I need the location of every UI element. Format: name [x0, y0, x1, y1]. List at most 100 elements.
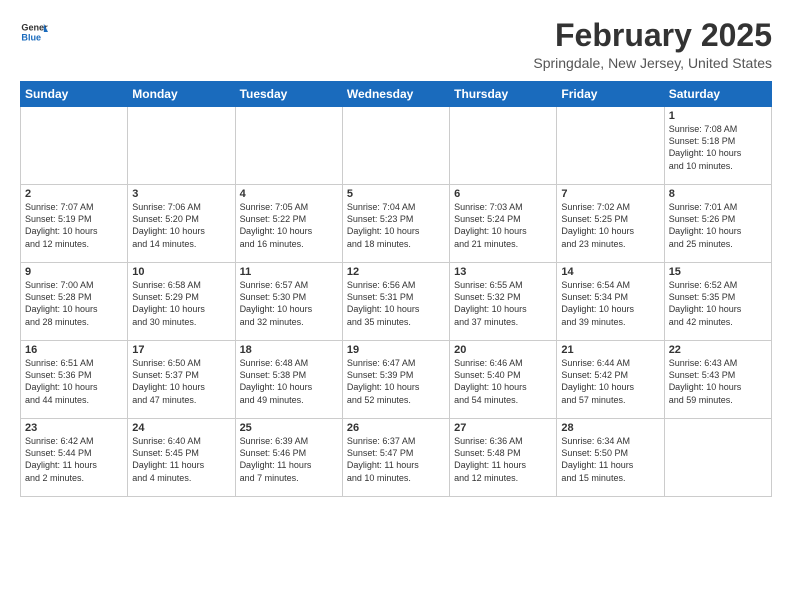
- day-number: 23: [25, 422, 123, 434]
- cell-info: Sunrise: 7:01 AM Sunset: 5:26 PM Dayligh…: [669, 201, 767, 250]
- day-number: 9: [25, 266, 123, 278]
- cell-info: Sunrise: 6:37 AM Sunset: 5:47 PM Dayligh…: [347, 435, 445, 484]
- week-row-0: 1Sunrise: 7:08 AM Sunset: 5:18 PM Daylig…: [21, 107, 772, 185]
- cell-w3-d4: 20Sunrise: 6:46 AM Sunset: 5:40 PM Dayli…: [450, 341, 557, 419]
- cell-info: Sunrise: 6:58 AM Sunset: 5:29 PM Dayligh…: [132, 279, 230, 328]
- cell-info: Sunrise: 6:47 AM Sunset: 5:39 PM Dayligh…: [347, 357, 445, 406]
- day-number: 21: [561, 344, 659, 356]
- day-number: 6: [454, 188, 552, 200]
- cell-info: Sunrise: 7:05 AM Sunset: 5:22 PM Dayligh…: [240, 201, 338, 250]
- location-title: Springdale, New Jersey, United States: [533, 55, 772, 71]
- day-number: 17: [132, 344, 230, 356]
- cell-w0-d2: [235, 107, 342, 185]
- cell-w1-d3: 5Sunrise: 7:04 AM Sunset: 5:23 PM Daylig…: [342, 185, 449, 263]
- day-number: 2: [25, 188, 123, 200]
- header-area: General Blue February 2025 Springdale, N…: [20, 18, 772, 71]
- month-title: February 2025: [533, 18, 772, 53]
- day-number: 12: [347, 266, 445, 278]
- cell-w0-d1: [128, 107, 235, 185]
- cell-w0-d6: 1Sunrise: 7:08 AM Sunset: 5:18 PM Daylig…: [664, 107, 771, 185]
- cell-info: Sunrise: 7:00 AM Sunset: 5:28 PM Dayligh…: [25, 279, 123, 328]
- cell-info: Sunrise: 7:04 AM Sunset: 5:23 PM Dayligh…: [347, 201, 445, 250]
- week-row-1: 2Sunrise: 7:07 AM Sunset: 5:19 PM Daylig…: [21, 185, 772, 263]
- cell-info: Sunrise: 6:50 AM Sunset: 5:37 PM Dayligh…: [132, 357, 230, 406]
- cell-info: Sunrise: 6:54 AM Sunset: 5:34 PM Dayligh…: [561, 279, 659, 328]
- cell-w1-d4: 6Sunrise: 7:03 AM Sunset: 5:24 PM Daylig…: [450, 185, 557, 263]
- cell-info: Sunrise: 6:52 AM Sunset: 5:35 PM Dayligh…: [669, 279, 767, 328]
- cell-info: Sunrise: 6:44 AM Sunset: 5:42 PM Dayligh…: [561, 357, 659, 406]
- cell-w1-d6: 8Sunrise: 7:01 AM Sunset: 5:26 PM Daylig…: [664, 185, 771, 263]
- cell-info: Sunrise: 6:40 AM Sunset: 5:45 PM Dayligh…: [132, 435, 230, 484]
- cell-info: Sunrise: 6:39 AM Sunset: 5:46 PM Dayligh…: [240, 435, 338, 484]
- col-thursday: Thursday: [450, 82, 557, 107]
- col-saturday: Saturday: [664, 82, 771, 107]
- cell-w1-d5: 7Sunrise: 7:02 AM Sunset: 5:25 PM Daylig…: [557, 185, 664, 263]
- day-number: 15: [669, 266, 767, 278]
- cell-w2-d3: 12Sunrise: 6:56 AM Sunset: 5:31 PM Dayli…: [342, 263, 449, 341]
- day-number: 18: [240, 344, 338, 356]
- cell-info: Sunrise: 7:06 AM Sunset: 5:20 PM Dayligh…: [132, 201, 230, 250]
- cell-w2-d4: 13Sunrise: 6:55 AM Sunset: 5:32 PM Dayli…: [450, 263, 557, 341]
- cell-w2-d2: 11Sunrise: 6:57 AM Sunset: 5:30 PM Dayli…: [235, 263, 342, 341]
- cell-w0-d0: [21, 107, 128, 185]
- cell-info: Sunrise: 6:57 AM Sunset: 5:30 PM Dayligh…: [240, 279, 338, 328]
- cell-w3-d3: 19Sunrise: 6:47 AM Sunset: 5:39 PM Dayli…: [342, 341, 449, 419]
- cell-info: Sunrise: 6:42 AM Sunset: 5:44 PM Dayligh…: [25, 435, 123, 484]
- week-row-3: 16Sunrise: 6:51 AM Sunset: 5:36 PM Dayli…: [21, 341, 772, 419]
- day-number: 1: [669, 110, 767, 122]
- cell-w1-d0: 2Sunrise: 7:07 AM Sunset: 5:19 PM Daylig…: [21, 185, 128, 263]
- svg-text:Blue: Blue: [21, 32, 41, 42]
- week-row-2: 9Sunrise: 7:00 AM Sunset: 5:28 PM Daylig…: [21, 263, 772, 341]
- cell-w4-d3: 26Sunrise: 6:37 AM Sunset: 5:47 PM Dayli…: [342, 419, 449, 497]
- cell-info: Sunrise: 6:51 AM Sunset: 5:36 PM Dayligh…: [25, 357, 123, 406]
- day-number: 8: [669, 188, 767, 200]
- day-number: 4: [240, 188, 338, 200]
- cell-w3-d6: 22Sunrise: 6:43 AM Sunset: 5:43 PM Dayli…: [664, 341, 771, 419]
- day-number: 3: [132, 188, 230, 200]
- cell-w3-d1: 17Sunrise: 6:50 AM Sunset: 5:37 PM Dayli…: [128, 341, 235, 419]
- cell-info: Sunrise: 7:08 AM Sunset: 5:18 PM Dayligh…: [669, 123, 767, 172]
- day-number: 10: [132, 266, 230, 278]
- col-wednesday: Wednesday: [342, 82, 449, 107]
- cell-w4-d1: 24Sunrise: 6:40 AM Sunset: 5:45 PM Dayli…: [128, 419, 235, 497]
- day-number: 5: [347, 188, 445, 200]
- cell-w2-d1: 10Sunrise: 6:58 AM Sunset: 5:29 PM Dayli…: [128, 263, 235, 341]
- day-number: 20: [454, 344, 552, 356]
- logo-icon: General Blue: [20, 18, 48, 46]
- cell-w4-d4: 27Sunrise: 6:36 AM Sunset: 5:48 PM Dayli…: [450, 419, 557, 497]
- cell-info: Sunrise: 6:36 AM Sunset: 5:48 PM Dayligh…: [454, 435, 552, 484]
- cell-w2-d5: 14Sunrise: 6:54 AM Sunset: 5:34 PM Dayli…: [557, 263, 664, 341]
- col-tuesday: Tuesday: [235, 82, 342, 107]
- cell-info: Sunrise: 7:03 AM Sunset: 5:24 PM Dayligh…: [454, 201, 552, 250]
- cell-info: Sunrise: 6:34 AM Sunset: 5:50 PM Dayligh…: [561, 435, 659, 484]
- cell-w4-d6: [664, 419, 771, 497]
- cell-w2-d0: 9Sunrise: 7:00 AM Sunset: 5:28 PM Daylig…: [21, 263, 128, 341]
- cell-info: Sunrise: 6:55 AM Sunset: 5:32 PM Dayligh…: [454, 279, 552, 328]
- cell-w4-d2: 25Sunrise: 6:39 AM Sunset: 5:46 PM Dayli…: [235, 419, 342, 497]
- week-row-4: 23Sunrise: 6:42 AM Sunset: 5:44 PM Dayli…: [21, 419, 772, 497]
- cell-w0-d4: [450, 107, 557, 185]
- cell-info: Sunrise: 6:46 AM Sunset: 5:40 PM Dayligh…: [454, 357, 552, 406]
- page: General Blue February 2025 Springdale, N…: [0, 0, 792, 507]
- cell-w4-d5: 28Sunrise: 6:34 AM Sunset: 5:50 PM Dayli…: [557, 419, 664, 497]
- col-monday: Monday: [128, 82, 235, 107]
- cell-w3-d0: 16Sunrise: 6:51 AM Sunset: 5:36 PM Dayli…: [21, 341, 128, 419]
- logo: General Blue: [20, 18, 48, 46]
- day-number: 16: [25, 344, 123, 356]
- day-number: 25: [240, 422, 338, 434]
- cell-w0-d5: [557, 107, 664, 185]
- cell-w1-d1: 3Sunrise: 7:06 AM Sunset: 5:20 PM Daylig…: [128, 185, 235, 263]
- cell-w4-d0: 23Sunrise: 6:42 AM Sunset: 5:44 PM Dayli…: [21, 419, 128, 497]
- calendar-table: Sunday Monday Tuesday Wednesday Thursday…: [20, 81, 772, 497]
- day-number: 13: [454, 266, 552, 278]
- day-number: 26: [347, 422, 445, 434]
- day-number: 28: [561, 422, 659, 434]
- cell-info: Sunrise: 6:43 AM Sunset: 5:43 PM Dayligh…: [669, 357, 767, 406]
- cell-w3-d5: 21Sunrise: 6:44 AM Sunset: 5:42 PM Dayli…: [557, 341, 664, 419]
- day-number: 27: [454, 422, 552, 434]
- cell-w1-d2: 4Sunrise: 7:05 AM Sunset: 5:22 PM Daylig…: [235, 185, 342, 263]
- day-number: 22: [669, 344, 767, 356]
- col-sunday: Sunday: [21, 82, 128, 107]
- day-number: 14: [561, 266, 659, 278]
- calendar-header-row: Sunday Monday Tuesday Wednesday Thursday…: [21, 82, 772, 107]
